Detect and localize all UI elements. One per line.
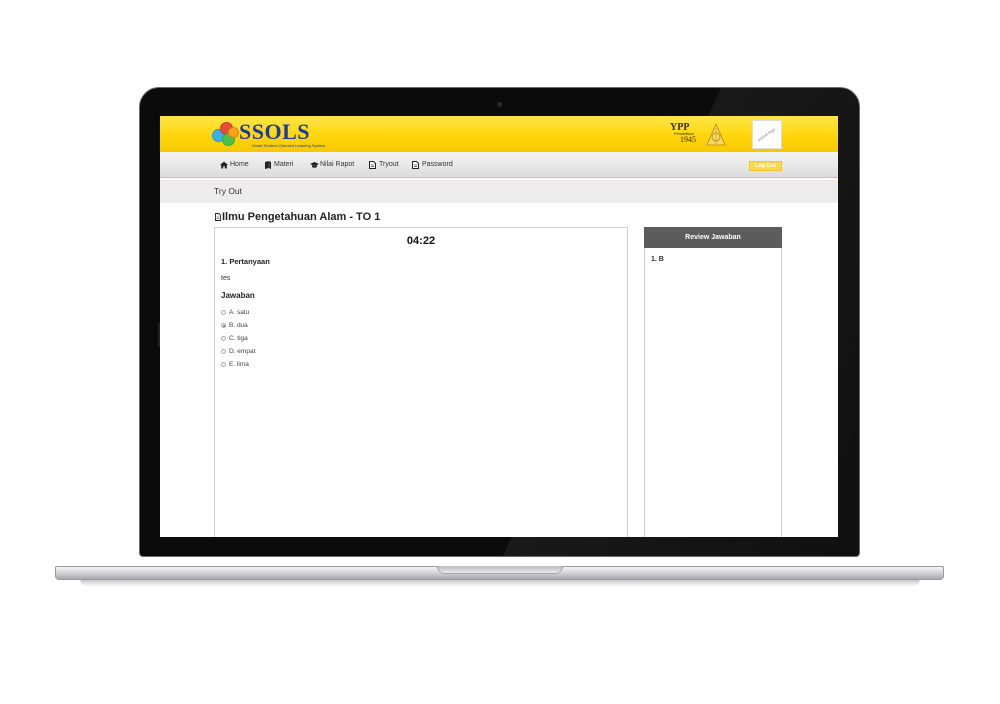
section-bar: Try Out (160, 180, 838, 203)
radio-button[interactable] (221, 336, 226, 341)
document-icon (215, 213, 221, 221)
option-label: D. empat (229, 348, 256, 355)
school-logo: school logo (752, 120, 782, 149)
radio-button[interactable] (221, 323, 226, 328)
laptop-notch (437, 566, 563, 574)
home-icon (220, 161, 228, 169)
page-title-text: Ilmu Pengetahuan Alam - TO 1 (222, 211, 381, 223)
logo-emblem-icon (212, 122, 239, 146)
radio-button[interactable] (221, 349, 226, 354)
nav-item-label: Home (230, 161, 249, 168)
main-nav: Home Materi Nilai Rapot Tryout Password … (160, 152, 838, 178)
logout-button[interactable]: Log Out (749, 161, 782, 171)
answer-heading: Jawaban (221, 291, 255, 300)
option-label: A. satu (229, 309, 250, 316)
review-panel-title: Review Jawaban (644, 227, 782, 248)
logo-text: SSOLS (239, 119, 310, 144)
ypp-logo-year: 1945 (680, 135, 696, 144)
question-panel: 04:22 1. Pertanyaan tes Jawaban A. satu … (214, 227, 628, 537)
review-answer-item[interactable]: 1. B (651, 256, 664, 263)
browser-screen: SSOLS Smart Student Oriented Learning Sy… (160, 116, 838, 537)
document-icon (369, 161, 376, 169)
site-header: SSOLS Smart Student Oriented Learning Sy… (160, 116, 838, 152)
nav-item-label: Tryout (379, 161, 399, 168)
question-text: tes (221, 275, 231, 282)
radio-button[interactable] (221, 310, 226, 315)
laptop-shadow (80, 579, 920, 587)
logo-tagline: Smart Student Oriented Learning System (252, 143, 326, 148)
review-panel: Review Jawaban 1. B (644, 227, 782, 537)
option-label: C. tiga (229, 335, 248, 342)
document-icon (412, 161, 419, 169)
book-icon (265, 161, 271, 169)
radio-button[interactable] (221, 362, 226, 367)
ypp-emblem-icon (706, 123, 726, 146)
camera-icon (497, 102, 502, 107)
nav-item-label: Password (422, 161, 453, 168)
graduation-cap-icon (310, 162, 319, 168)
ssols-logo[interactable]: SSOLS Smart Student Oriented Learning Sy… (212, 119, 332, 149)
option-label: E. lima (229, 361, 249, 368)
option-label: B. dua (229, 322, 248, 329)
ypp-logo: YPP Pendidikan 1945 (670, 122, 730, 148)
nav-item-label: Materi (274, 161, 294, 168)
nav-item-label: Nilai Rapot (320, 161, 355, 168)
section-title: Try Out (214, 186, 243, 196)
question-heading: 1. Pertanyaan (221, 257, 270, 266)
countdown-timer: 04:22 (406, 235, 436, 247)
